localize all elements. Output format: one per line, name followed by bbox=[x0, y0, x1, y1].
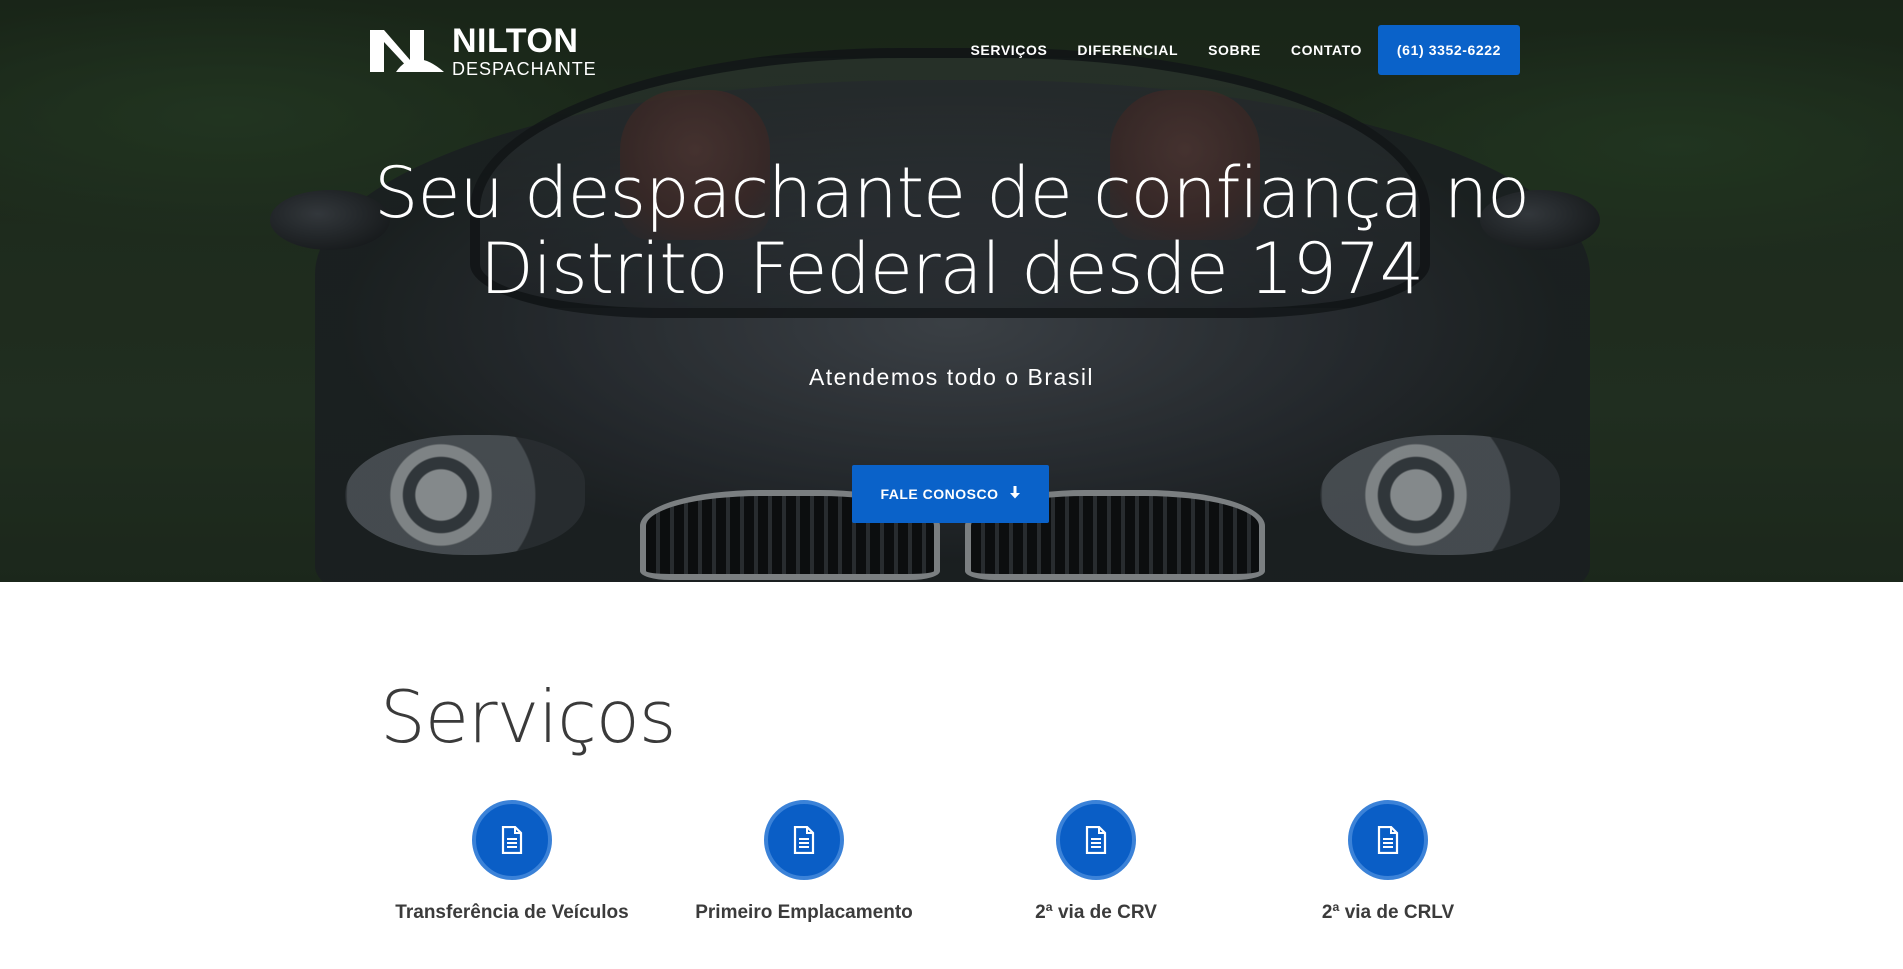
hero-title-line-1: Seu despachante de confiança no bbox=[374, 152, 1530, 234]
site-header: NILTON DESPACHANTE SERVIÇOS DIFERENCIAL … bbox=[0, 0, 1903, 100]
nav-contato[interactable]: CONTATO bbox=[1291, 42, 1362, 58]
document-icon bbox=[764, 800, 844, 880]
fale-conosco-label: FALE CONOSCO bbox=[880, 486, 999, 502]
document-icon bbox=[1348, 800, 1428, 880]
service-item-transferencia[interactable]: Transferência de Veículos bbox=[366, 800, 658, 924]
service-label: 2ª via de CRLV bbox=[1321, 902, 1455, 923]
service-item-primeiro-emplacamento[interactable]: Primeiro Emplacamento bbox=[658, 800, 950, 924]
arrow-down-icon bbox=[1009, 485, 1021, 503]
document-icon bbox=[472, 800, 552, 880]
main-nav: SERVIÇOS DIFERENCIAL SOBRE CONTATO (61) … bbox=[940, 25, 1520, 75]
service-label: Primeiro Emplacamento bbox=[695, 902, 913, 923]
nav-sobre[interactable]: SOBRE bbox=[1208, 42, 1261, 58]
fale-conosco-button[interactable]: FALE CONOSCO bbox=[852, 465, 1049, 523]
logo-name: NILTON bbox=[452, 22, 579, 60]
service-label: 2ª via de CRV bbox=[1035, 902, 1157, 923]
services-title: Serviços bbox=[380, 675, 676, 759]
nav-diferencial[interactable]: DIFERENCIAL bbox=[1077, 42, 1178, 58]
service-item-crv[interactable]: 2ª via de CRV bbox=[950, 800, 1242, 924]
service-item-crlv[interactable]: 2ª via de CRLV bbox=[1242, 800, 1534, 924]
phone-button[interactable]: (61) 3352-6222 bbox=[1378, 25, 1520, 75]
document-icon bbox=[1056, 800, 1136, 880]
hero-section: NILTON DESPACHANTE SERVIÇOS DIFERENCIAL … bbox=[0, 0, 1903, 582]
logo-n-icon bbox=[370, 30, 444, 72]
nav-servicos[interactable]: SERVIÇOS bbox=[970, 42, 1047, 58]
hero-title: Seu despachante de confiança no Distrito… bbox=[0, 155, 1903, 307]
logo-subtitle: DESPACHANTE bbox=[452, 59, 597, 79]
logo[interactable]: NILTON DESPACHANTE bbox=[366, 24, 597, 78]
hero-subtitle: Atendemos todo o Brasil bbox=[808, 364, 1095, 390]
service-label: Transferência de Veículos bbox=[395, 902, 629, 923]
hero-title-line-2: Distrito Federal desde 1974 bbox=[479, 228, 1424, 310]
